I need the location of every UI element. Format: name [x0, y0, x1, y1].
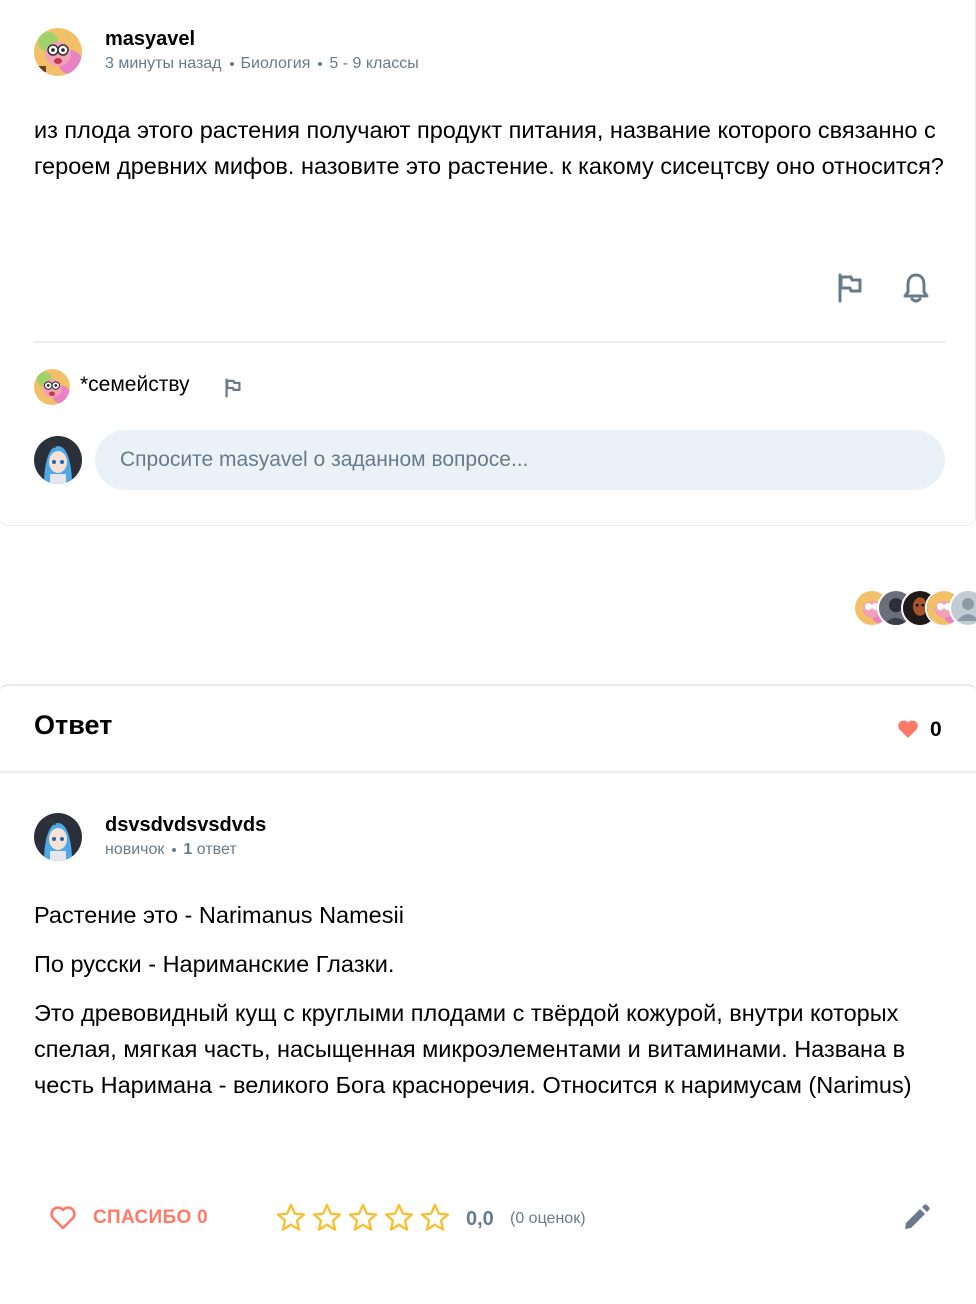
answer-section-title: Ответ [34, 710, 113, 740]
question-meta: 3 минуты назад Биология 5 - 9 классы [105, 55, 419, 73]
separator-dot [229, 61, 234, 66]
answer-paragraph: По русски - Нариманские Глазки. [34, 951, 395, 977]
rating-star-3 [348, 1203, 378, 1231]
ask-author-input[interactable] [95, 430, 945, 490]
question-time: 3 минуты назад [105, 55, 222, 72]
rating-star-5 [420, 1203, 450, 1231]
answer-author-rank: новичок [105, 841, 165, 858]
answer-likes-count: 0 [930, 718, 942, 741]
rating-value: 0,0 [466, 1208, 494, 1230]
answer-author-avatar[interactable] [34, 813, 82, 861]
question-author-avatar[interactable] [34, 28, 82, 76]
separator-dot [172, 847, 177, 852]
answer-author-count-label: ответ [196, 841, 237, 858]
answer-author-count: 1 [183, 841, 193, 858]
report-flag-icon[interactable] [836, 273, 864, 303]
question-text: из плода этого растения получают продукт… [34, 117, 944, 179]
rating-star-1 [276, 1203, 306, 1231]
answer-author-name[interactable]: dsvsdvdsvsdvds [105, 814, 266, 837]
separator-dot [318, 61, 323, 66]
answer-header-divider [0, 771, 976, 773]
rating-star-2 [312, 1203, 342, 1231]
rating-stars [275, 1203, 455, 1233]
current-user-avatar [34, 436, 82, 484]
question-author-name[interactable]: masyavel [105, 28, 195, 51]
question-divider [34, 341, 946, 343]
thanks-button[interactable]: СПАСИБО 0 [93, 1207, 208, 1229]
comment-text: *семейству [80, 373, 190, 396]
edit-pencil-icon[interactable] [901, 1203, 931, 1233]
answer-body: Растение это - Narimanus Namesii По русс… [34, 897, 944, 1116]
thanks-heart-icon[interactable] [49, 1205, 77, 1231]
comment-flag-icon[interactable] [224, 378, 242, 398]
answer-likes-heart-icon[interactable] [897, 719, 919, 739]
rating-count: (0 оценок) [510, 1210, 586, 1227]
rating-star-4 [384, 1203, 414, 1231]
comment-author-avatar[interactable] [34, 369, 70, 405]
answer-paragraph: Растение это - Narimanus Namesii [34, 902, 404, 928]
question-grade-link[interactable]: 5 - 9 классы [329, 55, 418, 72]
answer-author-meta: новичок 1 ответ [105, 841, 237, 859]
question-subject-link[interactable]: Биология [241, 55, 311, 72]
follow-bell-icon[interactable] [901, 272, 931, 304]
answer-paragraph: Это древовидный кущ с круглыми плодами с… [34, 1000, 912, 1098]
